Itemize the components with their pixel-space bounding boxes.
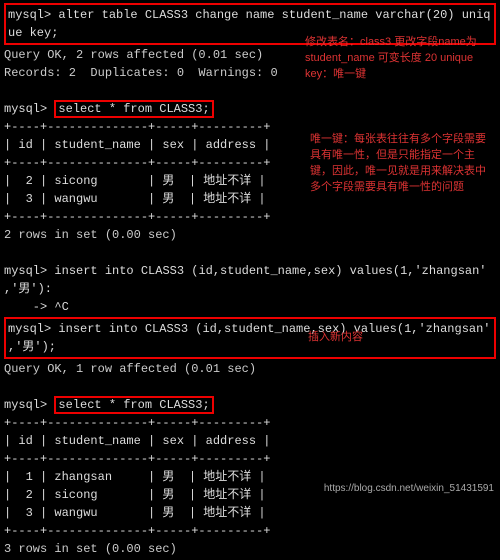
cmd-text-boxed: select * from CLASS3; <box>54 396 213 414</box>
result-line: Query OK, 1 row affected (0.01 sec) <box>4 360 496 378</box>
cmd-insert1-cancel: -> ^C <box>4 298 496 316</box>
annotation-3: 插入新内容 <box>308 330 408 346</box>
blank-line <box>4 82 496 100</box>
annotation-1: 修改表名：class3 更改字段name为 student_name 可变长度 … <box>305 35 490 83</box>
blank-line <box>4 244 496 262</box>
cmd-insert1-line1: mysql> insert into CLASS3 (id,student_na… <box>4 262 496 280</box>
cmd-insert2-block: mysql> insert into CLASS3 (id,student_na… <box>4 317 496 359</box>
cmd-insert2-line2: ,'男'); <box>8 338 492 356</box>
cmd-insert1-line2: ,'男'): <box>4 280 496 298</box>
watermark: https://blog.csdn.net/weixin_51431591 <box>324 481 494 496</box>
result-line: 3 rows in set (0.00 sec) <box>4 540 496 558</box>
blank-line <box>4 378 496 396</box>
table-sep: +----+--------------+-----+---------+ <box>4 522 496 540</box>
cmd-text: insert into CLASS3 (id,student_name,sex)… <box>58 322 490 336</box>
mysql-prompt: mysql> <box>4 264 54 278</box>
table-sep: +----+--------------+-----+---------+ <box>4 414 496 432</box>
mysql-prompt: mysql> <box>8 322 58 336</box>
table2: +----+--------------+-----+---------+ | … <box>4 414 496 540</box>
annotation-2: 唯一键：每张表往往有多个字段需要具有唯一性，但是只能指定一个主键，因此，唯一见就… <box>310 132 495 196</box>
cmd-select2: mysql> select * from CLASS3; <box>4 396 496 414</box>
mysql-prompt: mysql> <box>4 102 54 116</box>
mysql-prompt: mysql> <box>4 398 54 412</box>
cmd-text: alter table CLASS3 change name student_n… <box>58 8 490 22</box>
result-line: 2 rows in set (0.00 sec) <box>4 226 496 244</box>
table-row: | 3 | wangwu | 男 | 地址不详 | <box>4 504 496 522</box>
cmd-text-boxed: select * from CLASS3; <box>54 100 213 118</box>
cmd-text: insert into CLASS3 (id,student_name,sex)… <box>54 264 486 278</box>
cmd-select1: mysql> select * from CLASS3; <box>4 100 496 118</box>
terminal: mysql> alter table CLASS3 change name st… <box>0 0 500 560</box>
table-header: | id | student_name | sex | address | <box>4 432 496 450</box>
cmd-alter-line1: mysql> alter table CLASS3 change name st… <box>8 6 492 24</box>
table-sep: +----+--------------+-----+---------+ <box>4 450 496 468</box>
cmd-insert2-line1: mysql> insert into CLASS3 (id,student_na… <box>8 320 492 338</box>
mysql-prompt: mysql> <box>8 8 58 22</box>
cmd-text: ue key; <box>8 26 58 40</box>
table-sep: +----+--------------+-----+---------+ <box>4 208 496 226</box>
